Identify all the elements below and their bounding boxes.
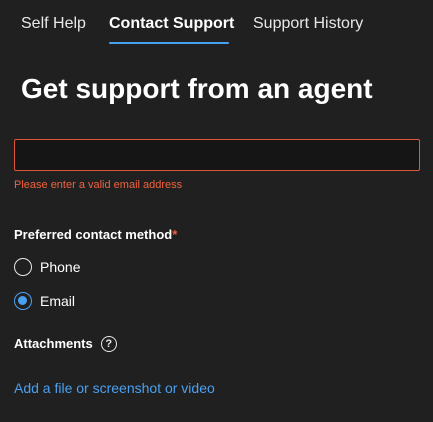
radio-unchecked-icon[interactable] bbox=[14, 258, 32, 276]
email-error-message: Please enter a valid email address bbox=[14, 179, 183, 191]
email-field[interactable] bbox=[14, 139, 420, 171]
contact-method-label: Preferred contact method* bbox=[14, 227, 177, 243]
radio-checked-icon[interactable] bbox=[14, 292, 32, 310]
add-attachment-link[interactable]: Add a file or screenshot or video bbox=[14, 379, 215, 397]
radio-label-email: Email bbox=[40, 293, 76, 309]
required-marker: * bbox=[172, 227, 178, 242]
attachments-header: Attachments ? bbox=[14, 335, 117, 353]
attachments-label: Attachments bbox=[14, 336, 93, 351]
tab-self-help[interactable]: Self Help bbox=[21, 13, 86, 35]
contact-method-label-text: Preferred contact method bbox=[14, 227, 173, 242]
page-title: Get support from an agent bbox=[21, 73, 373, 104]
contact-support-page: Self Help Contact Support Support Histor… bbox=[0, 0, 433, 422]
radio-option-phone[interactable]: Phone bbox=[14, 257, 80, 277]
radio-option-email[interactable]: Email bbox=[14, 291, 75, 311]
active-tab-indicator bbox=[109, 42, 229, 44]
help-question-icon[interactable]: ? bbox=[100, 336, 117, 352]
tab-contact-support[interactable]: Contact Support bbox=[109, 13, 234, 35]
tab-support-history[interactable]: Support History bbox=[253, 13, 363, 35]
tab-bar: Self Help Contact Support Support Histor… bbox=[0, 0, 433, 46]
radio-label-phone: Phone bbox=[40, 259, 81, 275]
